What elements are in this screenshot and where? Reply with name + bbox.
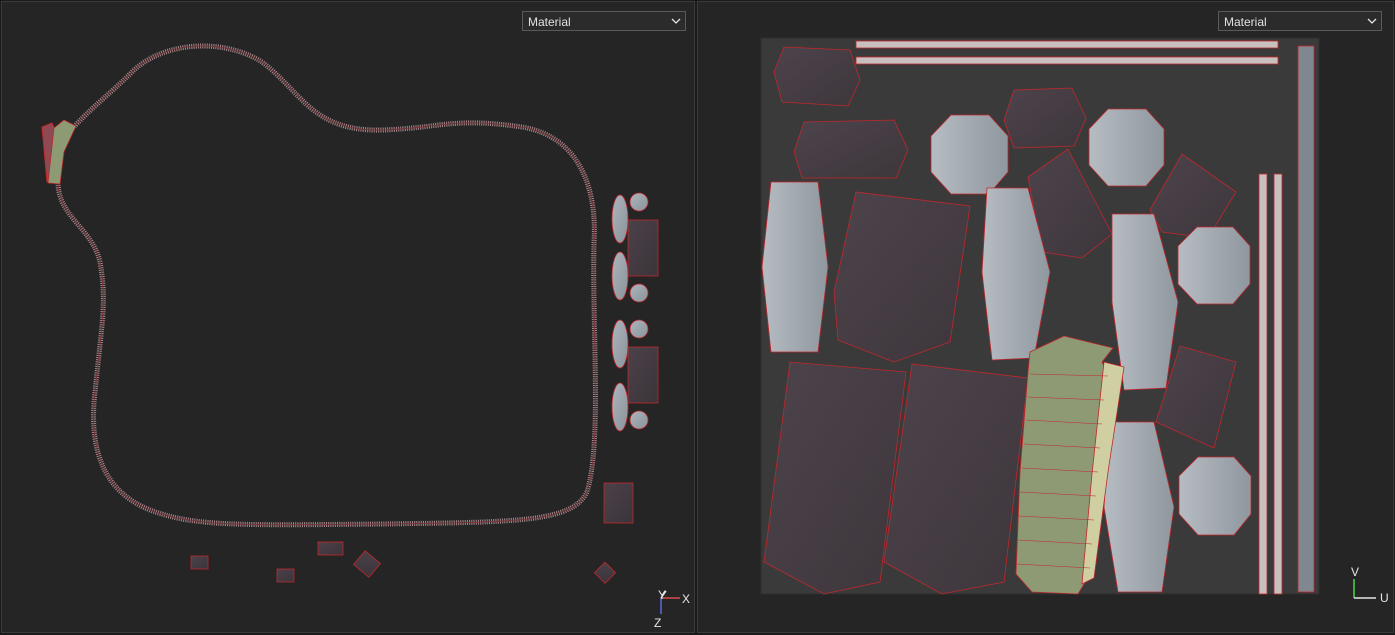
shading-mode-value: Material xyxy=(1224,15,1267,29)
axis-z-label: Z xyxy=(654,616,662,630)
viewport-3d[interactable]: Material Y X Z xyxy=(1,1,695,633)
selected-bridge-piece[interactable] xyxy=(41,119,77,185)
shading-mode-value: Material xyxy=(528,15,571,29)
shading-mode-select[interactable]: Material xyxy=(522,11,686,31)
uv-v-label: V xyxy=(1351,565,1360,579)
axis-x-label: X xyxy=(682,592,691,606)
chevron-down-icon xyxy=(671,18,681,24)
prop-group-bottom[interactable] xyxy=(190,541,617,584)
uv-layout[interactable] xyxy=(698,2,1394,633)
chevron-down-icon xyxy=(1367,18,1377,24)
shading-mode-select[interactable]: Material xyxy=(1218,11,1382,31)
uv-u-label: U xyxy=(1380,591,1389,605)
scene-geometry[interactable] xyxy=(2,2,695,633)
uv-axis-gizmo xyxy=(1353,579,1376,599)
axis-y-label: Y xyxy=(658,588,667,602)
prop-group-right[interactable] xyxy=(603,192,659,524)
uv-editor-viewport[interactable]: Material V U xyxy=(697,1,1394,633)
